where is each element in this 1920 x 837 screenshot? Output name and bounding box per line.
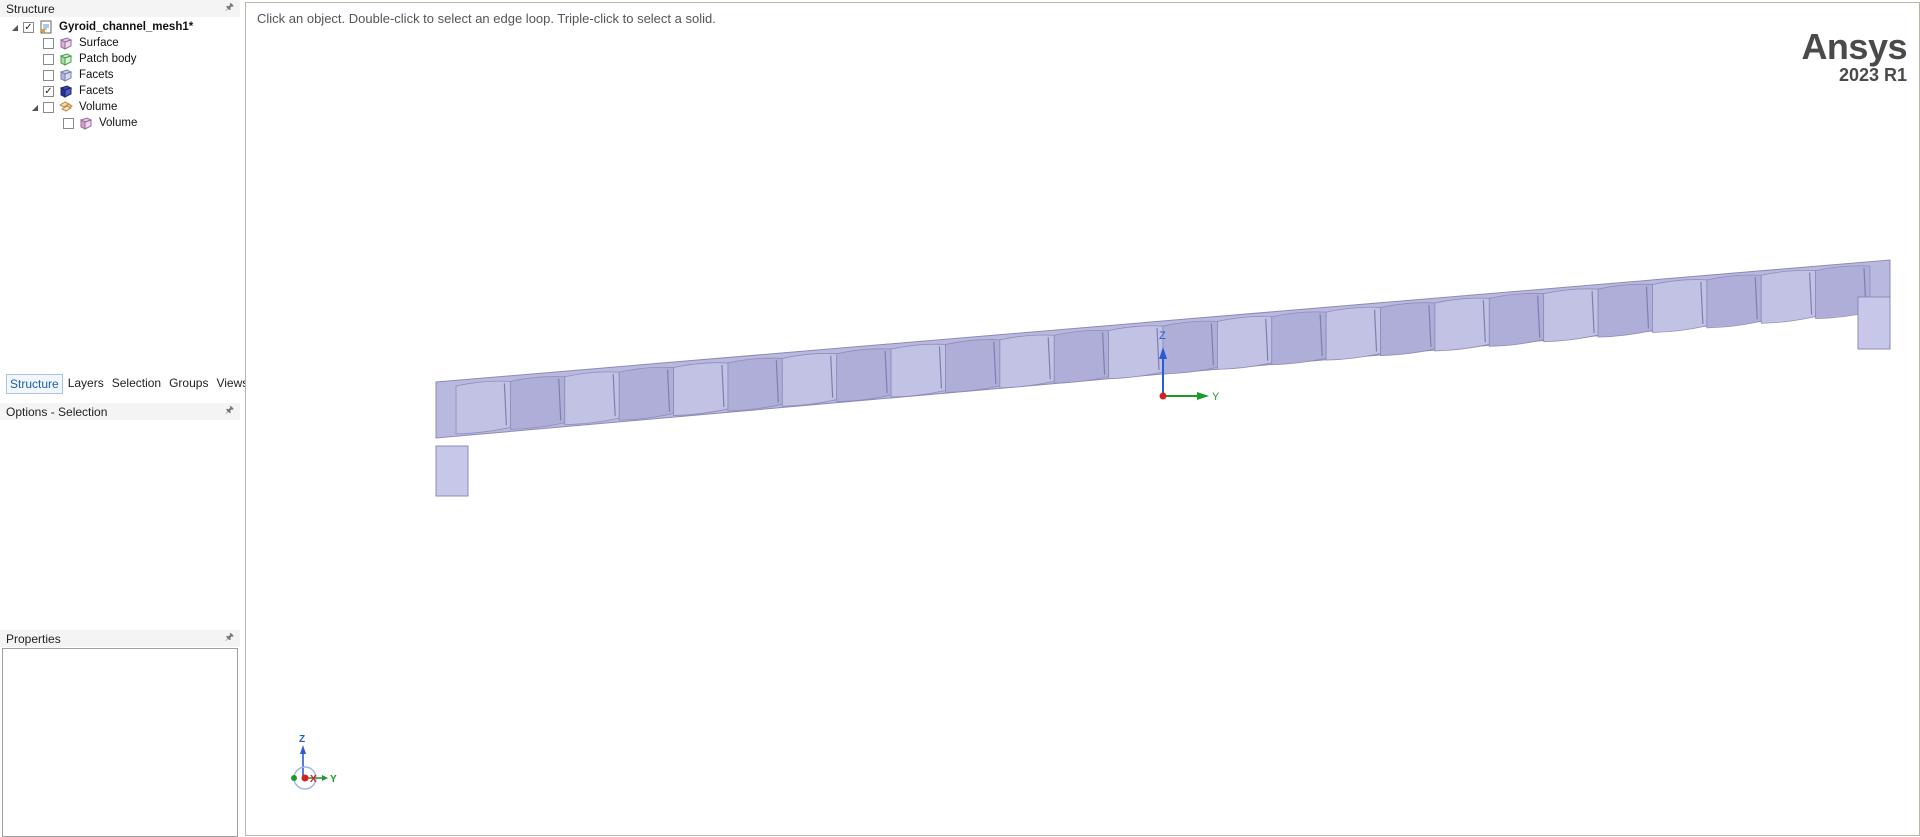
ansys-logo: Ansys 2023 R1 [1801,26,1907,86]
tree-node[interactable]: ◢ Volume [0,99,240,115]
tree-node-label: Facets [79,69,114,81]
visibility-checkbox[interactable]: ✓ [23,21,34,33]
channel-segment[interactable] [945,339,1001,393]
channel-segment[interactable] [618,366,674,421]
y-axis-label: Y [1212,391,1220,403]
expand-triangle-icon[interactable]: ◢ [10,23,20,32]
channel-segment[interactable] [890,343,946,398]
channel-segment[interactable] [564,371,620,426]
tree-node[interactable]: ◢ ✓ Gyroid_channel_mesh1* [0,19,240,35]
visibility-checkbox[interactable] [43,53,54,65]
x-axis-dot [1159,392,1167,400]
channel-segment[interactable] [1216,316,1273,370]
expand-triangle-icon[interactable]: ◢ [30,103,40,112]
channel-segment[interactable] [1325,306,1381,361]
tree-node[interactable]: Surface [0,35,240,51]
corner-z-head [300,745,306,754]
tab-layers[interactable]: Layers [65,374,107,394]
channel-segment[interactable] [1543,288,1599,343]
channel-segment[interactable] [1652,279,1708,333]
channel-segment[interactable] [781,353,838,407]
corner-z-label: Z [299,734,305,745]
channel-segment[interactable] [1706,274,1762,329]
corner-y-head [322,775,328,781]
tab-groups[interactable]: Groups [166,374,211,394]
pin-icon[interactable]: 🖈 [225,630,234,647]
visibility-checkbox[interactable] [43,37,54,49]
visibility-checkbox[interactable] [43,69,54,81]
tab-selection[interactable]: Selection [109,374,164,394]
design-doc-icon [39,20,53,34]
channel-end-cap-left[interactable] [435,445,469,497]
y-axis-head [1197,392,1209,400]
channel-segment[interactable] [1271,311,1327,366]
z-axis-label: Z [1159,330,1166,342]
channel-segment[interactable] [455,380,511,435]
corner-x-dot [301,774,309,782]
channel-segment[interactable] [673,362,729,416]
corner-y-dot [291,775,297,781]
surface-body-icon [59,36,73,50]
channel-segment[interactable] [1380,302,1436,356]
channel-end-cap-right[interactable] [1857,296,1891,350]
properties-grid[interactable] [2,648,238,837]
visibility-checkbox[interactable]: ✓ [43,85,54,97]
options-panel-title: Options - Selection [6,404,108,419]
channel-segment[interactable] [1597,283,1653,338]
tree-node[interactable]: Facets [0,67,240,83]
logo-version: 2023 R1 [1838,65,1907,85]
pin-icon[interactable]: 🖈 [225,0,234,17]
channel-segment[interactable] [1053,329,1110,384]
structure-tree: ◢ ✓ Gyroid_channel_mesh1* Surface Patch body… [0,19,240,131]
tree-node-label: Volume [99,117,138,129]
pin-icon[interactable]: 🖈 [225,403,234,420]
model-canvas[interactable]: Z Y Z Y X [246,3,1920,837]
volume-body-icon [79,116,93,130]
corner-y-label: Y [330,774,337,785]
facets-body-dark-icon [59,84,73,98]
options-panel-header: Options - Selection 🖈 [0,403,240,420]
tree-node-label: Volume [79,101,118,113]
channel-segment[interactable] [727,357,783,412]
channel-segment[interactable] [1760,269,1817,324]
panel-tabs: Structure Layers Selection Groups Views [6,374,251,394]
tree-node[interactable]: Patch body [0,51,240,67]
visibility-checkbox[interactable] [63,117,74,129]
structure-panel-header: Structure 🖈 [0,0,240,17]
visibility-checkbox[interactable] [43,101,54,113]
tree-node-label: Surface [79,37,119,49]
properties-panel-title: Properties [6,631,61,646]
volume-component-icon [58,100,73,114]
status-hint: Click an object. Double-click to select … [257,11,716,26]
tab-structure[interactable]: Structure [6,374,63,394]
logo-brand: Ansys [1801,26,1907,67]
tree-node-label: Gyroid_channel_mesh1* [59,21,194,33]
channel-segment[interactable] [836,348,892,403]
structure-panel-title: Structure [6,1,55,16]
channel-segment[interactable] [1488,293,1545,347]
tree-node-label: Facets [79,85,114,97]
channel-segment[interactable] [509,376,566,430]
tree-node[interactable]: ✓ Facets [0,83,240,99]
channel-segment[interactable] [999,334,1055,389]
tree-node-label: Patch body [79,53,137,65]
channel-segment[interactable] [1162,320,1218,375]
channel-segment[interactable] [1108,325,1164,380]
properties-panel-header: Properties 🖈 [0,630,240,647]
patch-body-icon [59,52,73,66]
channel-segment[interactable] [1434,297,1490,352]
facets-body-icon [59,68,73,82]
graphics-viewport[interactable]: Z Y Z Y X Click an object. Double-click to s… [245,2,1920,836]
tree-node[interactable]: Volume [0,115,240,131]
corner-x-label: X [310,774,317,785]
